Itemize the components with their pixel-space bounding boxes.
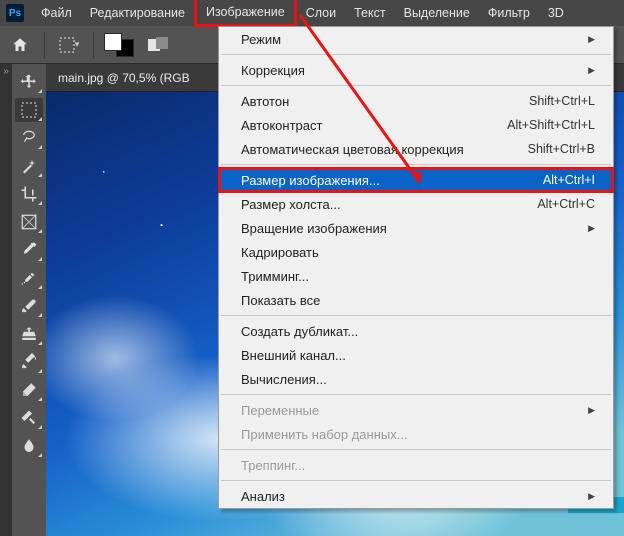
menu-item-apply-dataset: Применить набор данных... — [219, 422, 613, 446]
clone-stamp-tool[interactable] — [15, 322, 43, 346]
menu-item-autotone[interactable]: АвтотонShift+Ctrl+L — [219, 89, 613, 113]
magic-wand-tool[interactable] — [15, 154, 43, 178]
menu-item-reveal-all[interactable]: Показать все — [219, 288, 613, 312]
menu-item-apply-image[interactable]: Внешний канал... — [219, 343, 613, 367]
home-icon — [11, 36, 29, 54]
blur-tool[interactable] — [15, 434, 43, 458]
menu-item-trim[interactable]: Тримминг... — [219, 264, 613, 288]
menu-filter[interactable]: Фильтр — [479, 0, 539, 26]
menu-item-image-size[interactable]: Размер изображения...Alt+Ctrl+I — [219, 168, 613, 192]
menu-select[interactable]: Выделение — [395, 0, 479, 26]
eraser-tool[interactable] — [15, 378, 43, 402]
marquee-icon — [59, 37, 75, 53]
menu-item-calculations[interactable]: Вычисления... — [219, 367, 613, 391]
menubar: Ps Файл Редактирование Изображение Слои … — [0, 0, 624, 26]
foreground-swatch[interactable] — [104, 33, 122, 51]
collapse-gutter[interactable]: » — [0, 64, 12, 536]
menu-item-adjustments[interactable]: Коррекция — [219, 58, 613, 82]
menu-item-crop[interactable]: Кадрировать — [219, 240, 613, 264]
menu-separator — [221, 480, 611, 481]
menu-image[interactable]: Изображение — [194, 0, 297, 27]
menu-item-autocolor[interactable]: Автоматическая цветовая коррекцияShift+C… — [219, 137, 613, 161]
menu-item-mode[interactable]: Режим — [219, 27, 613, 51]
menu-text[interactable]: Текст — [345, 0, 394, 26]
menu-item-analysis[interactable]: Анализ — [219, 484, 613, 508]
image-menu-dropdown: Режим Коррекция АвтотонShift+Ctrl+L Авто… — [218, 26, 614, 509]
separator — [44, 32, 45, 58]
menu-3d[interactable]: 3D — [539, 0, 573, 26]
separator — [93, 32, 94, 58]
swatch-pair[interactable] — [104, 33, 134, 57]
crop-tool[interactable] — [15, 182, 43, 206]
menu-file[interactable]: Файл — [32, 0, 81, 26]
menu-item-autocontrast[interactable]: АвтоконтрастAlt+Shift+Ctrl+L — [219, 113, 613, 137]
menu-item-canvas-size[interactable]: Размер холста...Alt+Ctrl+C — [219, 192, 613, 216]
menu-item-rotate[interactable]: Вращение изображения — [219, 216, 613, 240]
menu-separator — [221, 85, 611, 86]
app-logo: Ps — [6, 4, 24, 22]
menu-separator — [221, 315, 611, 316]
menu-item-trap: Треппинг... — [219, 453, 613, 477]
chevron-down-icon: ▾ — [75, 39, 80, 50]
menu-separator — [221, 164, 611, 165]
menu-separator — [221, 449, 611, 450]
healing-brush-tool[interactable] — [15, 266, 43, 290]
lasso-tool[interactable] — [15, 126, 43, 150]
menu-item-duplicate[interactable]: Создать дубликат... — [219, 319, 613, 343]
menu-edit[interactable]: Редактирование — [81, 0, 194, 26]
marquee-style-select[interactable]: ▾ — [55, 34, 83, 56]
brush-tool[interactable] — [15, 294, 43, 318]
home-button[interactable] — [6, 33, 34, 57]
tools-panel — [12, 64, 46, 536]
menu-separator — [221, 394, 611, 395]
menu-layers[interactable]: Слои — [297, 0, 345, 26]
overlap-mode[interactable] — [144, 34, 172, 56]
menu-item-variables: Переменные — [219, 398, 613, 422]
eyedropper-tool[interactable] — [15, 238, 43, 262]
history-brush-tool[interactable] — [15, 350, 43, 374]
frame-tool[interactable] — [15, 210, 43, 234]
move-tool[interactable] — [15, 70, 43, 94]
marquee-tool[interactable] — [15, 98, 43, 122]
overlap-icon — [148, 37, 168, 53]
menu-separator — [221, 54, 611, 55]
gradient-tool[interactable] — [15, 406, 43, 430]
